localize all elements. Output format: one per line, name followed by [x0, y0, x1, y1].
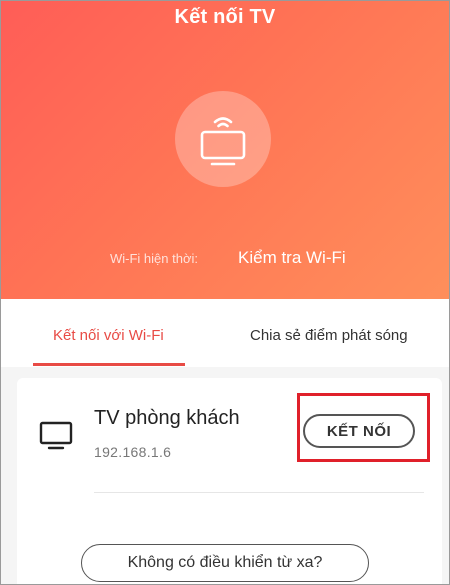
tv-cast-icon	[175, 91, 271, 187]
tab-bar: Kết nối với Wi-Fi Chia sẻ điểm phát sóng	[1, 299, 449, 367]
wifi-current-label: Wi-Fi hiện thời:	[110, 251, 198, 266]
tab-share-hotspot[interactable]: Chia sẻ điểm phát sóng	[250, 327, 408, 344]
monitor-icon-graphic	[39, 421, 73, 450]
tab-connect-wifi[interactable]: Kết nối với Wi-Fi	[53, 327, 164, 344]
wifi-status-row: Wi-Fi hiện thời: Kiểm tra Wi-Fi	[1, 248, 449, 270]
page-title: Kết nối TV	[174, 6, 276, 28]
device-ip: 192.168.1.6	[94, 444, 172, 460]
monitor-icon	[39, 421, 73, 456]
active-tab-indicator	[33, 363, 185, 366]
connect-highlight-box	[297, 393, 430, 462]
no-remote-button[interactable]: Không có điều khiển từ xa?	[81, 544, 369, 582]
app-screen: Kết nối TV Wi-Fi hiện thời: Kiểm tra Wi-…	[0, 0, 450, 585]
header-panel: Kết nối TV Wi-Fi hiện thời: Kiểm tra Wi-…	[1, 1, 449, 299]
check-wifi-link[interactable]: Kiểm tra Wi-Fi	[238, 248, 346, 268]
device-name: TV phòng khách	[94, 407, 240, 429]
divider	[94, 492, 424, 493]
tv-cast-icon-graphic	[200, 117, 246, 166]
